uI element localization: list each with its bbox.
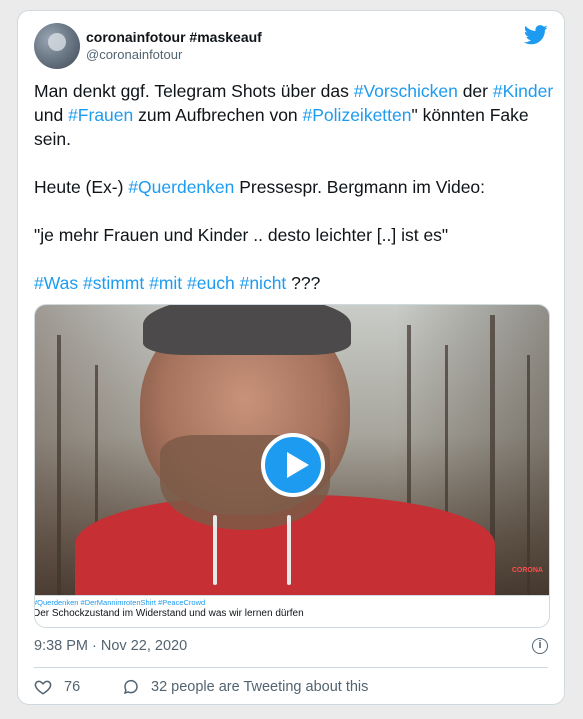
video-thumbnail[interactable]: CORONA <box>35 305 549 605</box>
tweet-text-segment: zum Aufbrechen von <box>133 105 303 125</box>
hashtag-link[interactable]: #mit <box>149 273 182 293</box>
tweet-timestamp[interactable]: 9:38 PM · Nov 22, 2020 <box>34 638 187 654</box>
twitter-bird-icon[interactable] <box>524 25 548 45</box>
avatar[interactable] <box>34 23 80 69</box>
tweet-paragraph: Heute (Ex-) #Querdenken Pressespr. Bergm… <box>34 175 554 199</box>
hashtag-link[interactable]: #euch <box>187 273 235 293</box>
hashtag-link[interactable]: #Was <box>34 273 78 293</box>
video-tags: #Querdenken #DerMannimrotenShirt #PeaceC… <box>34 598 206 607</box>
embedded-video[interactable]: CORONA #Querdenken #DerMannimrotenShirt … <box>34 304 550 628</box>
tweet-paragraph: "je mehr Frauen und Kinder .. desto leic… <box>34 223 554 247</box>
speech-bubble-icon[interactable] <box>122 678 140 696</box>
user-handle[interactable]: @coronainfotour <box>86 47 182 62</box>
tweet-text-segment: "je mehr Frauen und Kinder .. desto leic… <box>34 225 449 245</box>
info-icon[interactable]: i <box>532 638 548 654</box>
tweet-card: coronainfotour #maskeauf @coronainfotour… <box>17 10 565 705</box>
hashtag-link[interactable]: #Polizeiketten <box>303 105 412 125</box>
tweeting-about-link[interactable]: 32 people are Tweeting about this <box>151 679 368 695</box>
tweet-text-segment: und <box>34 105 69 125</box>
tweet-text-segment: Heute (Ex-) <box>34 177 129 197</box>
tweet-text-segment: der <box>457 81 493 101</box>
video-caption[interactable]: #Querdenken #DerMannimrotenShirt #PeaceC… <box>34 595 549 627</box>
divider <box>34 667 548 668</box>
video-watermark: CORONA <box>511 567 543 574</box>
hashtag-link[interactable]: #Kinder <box>493 81 553 101</box>
tweet-text-segment: Man denkt ggf. Telegram Shots über das <box>34 81 354 101</box>
hashtag-link[interactable]: #Frauen <box>68 105 133 125</box>
tweet-text-segment: Pressespr. Bergmann im Video: <box>234 177 486 197</box>
hashtag-link[interactable]: #stimmt <box>83 273 144 293</box>
like-count[interactable]: 76 <box>64 679 80 695</box>
heart-icon[interactable] <box>34 678 52 696</box>
tweet-paragraph: #Was #stimmt #mit #euch #nicht ??? <box>34 271 554 295</box>
tweet-text-segment: ??? <box>286 273 321 293</box>
hashtag-link[interactable]: #Vorschicken <box>354 81 458 101</box>
hashtag-link[interactable]: #Querdenken <box>128 177 234 197</box>
display-name[interactable]: coronainfotour #maskeauf <box>86 29 262 45</box>
tweet-text: Man denkt ggf. Telegram Shots über das #… <box>34 79 554 295</box>
tweet-paragraph: Man denkt ggf. Telegram Shots über das #… <box>34 79 554 151</box>
video-title: Der Schockzustand im Widerstand und was … <box>34 608 304 619</box>
play-button-icon[interactable] <box>261 433 325 497</box>
hashtag-link[interactable]: #nicht <box>240 273 287 293</box>
